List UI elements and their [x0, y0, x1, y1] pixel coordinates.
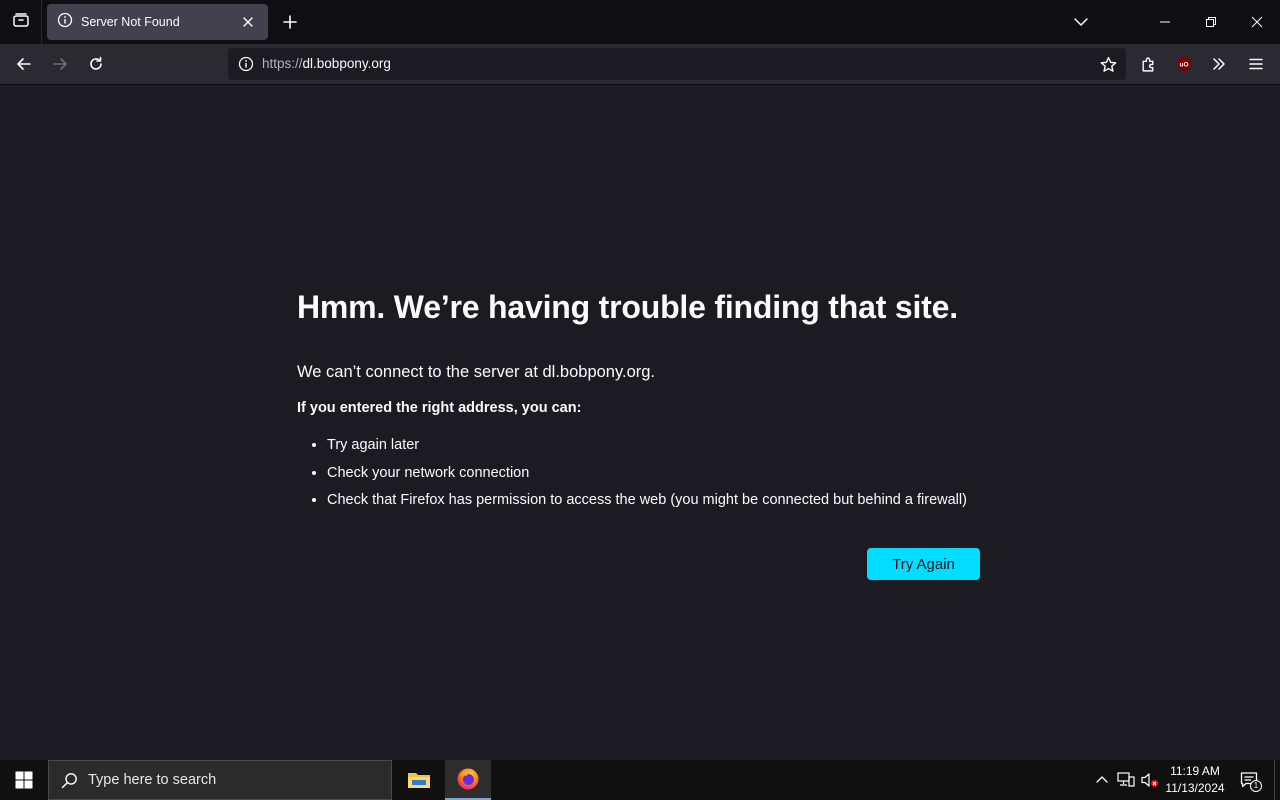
taskbar-search-box[interactable]: Type here to search: [48, 760, 392, 800]
restore-button[interactable]: [1188, 0, 1234, 44]
error-description: We can’t connect to the server at dl.bob…: [297, 363, 656, 381]
suggestions-list: Try again later Check your network conne…: [297, 432, 987, 515]
chevron-down-icon: [1074, 18, 1088, 26]
tab-manager-icon: [12, 11, 30, 34]
ublock-origin-button[interactable]: uO: [1169, 49, 1199, 79]
list-all-tabs-button[interactable]: [1066, 8, 1096, 36]
clock-time: 11:19 AM: [1170, 764, 1220, 778]
start-button[interactable]: [0, 760, 48, 800]
tab-title: Server Not Found: [81, 15, 180, 29]
suggestion-item: Try again later: [327, 432, 987, 460]
windows-taskbar: Type here to search 11:19 AM 11/13/2024 …: [0, 760, 1280, 800]
show-hidden-icons-button[interactable]: [1092, 770, 1112, 790]
error-subheading: If you entered the right address, you ca…: [297, 400, 582, 416]
reload-button[interactable]: [81, 49, 111, 79]
more-tools-button[interactable]: [1204, 49, 1234, 79]
arrow-left-icon: [17, 58, 31, 70]
navigation-toolbar: https://dl.bobpony.org uO: [0, 44, 1280, 85]
puzzle-icon: [1141, 57, 1153, 72]
error-title: Hmm. We’re having trouble finding that s…: [297, 289, 958, 325]
reload-icon: [90, 56, 102, 70]
close-icon: [243, 17, 253, 27]
try-again-button[interactable]: Try Again: [867, 548, 980, 580]
chevron-up-icon: [1096, 776, 1108, 783]
taskbar-firefox[interactable]: [445, 760, 491, 800]
url-host: dl.bobpony.org: [302, 56, 391, 71]
firefox-icon: [457, 768, 479, 790]
back-button[interactable]: [9, 49, 39, 79]
restore-icon: [1206, 17, 1216, 27]
tab-strip: Server Not Found: [0, 0, 1280, 44]
search-icon: [61, 772, 77, 788]
address-bar[interactable]: https://dl.bobpony.org: [228, 48, 1126, 80]
close-icon: [1251, 16, 1263, 28]
close-window-button[interactable]: [1234, 0, 1280, 44]
volume-muted-icon: [1141, 773, 1158, 787]
info-icon: [238, 56, 254, 72]
application-menu-button[interactable]: [1241, 49, 1271, 79]
plus-icon: [283, 15, 297, 29]
bookmark-button[interactable]: [1096, 52, 1120, 76]
notification-count-badge: 1: [1250, 780, 1262, 792]
tab-server-not-found[interactable]: Server Not Found: [47, 4, 268, 40]
star-icon: [1100, 56, 1116, 72]
error-container: Hmm. We’re having trouble finding that s…: [297, 285, 987, 515]
info-icon: [57, 12, 73, 33]
url-text[interactable]: https://dl.bobpony.org: [262, 48, 391, 80]
file-explorer-icon: [408, 773, 430, 788]
forward-button[interactable]: [45, 49, 75, 79]
site-info-button[interactable]: [234, 52, 258, 76]
volume-button[interactable]: [1140, 770, 1160, 790]
search-placeholder: Type here to search: [88, 772, 217, 788]
extensions-button[interactable]: [1133, 49, 1163, 79]
taskbar-file-explorer[interactable]: [396, 760, 442, 800]
ublock-origin-icon: uO: [1177, 56, 1191, 72]
suggestion-item: Check that Firefox has permission to acc…: [327, 487, 987, 515]
arrow-right-icon: [53, 58, 67, 70]
taskbar-clock[interactable]: 11:19 AM 11/13/2024: [1160, 763, 1230, 797]
url-prefix: https://: [262, 56, 303, 71]
hamburger-icon: [1249, 58, 1263, 70]
double-chevron-icon: [1213, 58, 1225, 70]
windows-logo-icon: [15, 771, 33, 789]
minimize-icon: [1160, 21, 1170, 23]
new-tab-button[interactable]: [276, 8, 304, 36]
tab-close-button[interactable]: [238, 12, 258, 32]
show-desktop-button[interactable]: [1274, 760, 1280, 800]
page-content: Hmm. We’re having trouble finding that s…: [0, 85, 1280, 760]
clock-date: 11/13/2024: [1165, 781, 1225, 795]
tab-manager-button[interactable]: [0, 0, 42, 44]
suggestion-item: Check your network connection: [327, 460, 987, 488]
action-center-button[interactable]: 1: [1236, 768, 1262, 792]
network-status-button[interactable]: [1116, 770, 1136, 790]
network-icon: [1117, 772, 1135, 787]
svg-text:uO: uO: [1179, 62, 1188, 69]
minimize-button[interactable]: [1142, 0, 1188, 44]
